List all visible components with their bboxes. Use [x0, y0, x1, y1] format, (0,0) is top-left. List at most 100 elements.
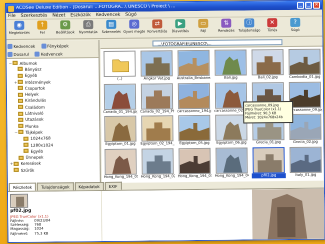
menu-item[interactable]: Súgó [125, 12, 136, 17]
toolbar-button-label: Beállítások [56, 30, 75, 35]
info-tab[interactable]: Képadatok [74, 181, 104, 191]
toolbar-button[interactable]: ⓘ Tulajdonságok [238, 18, 260, 36]
print-icon: ⎙ [83, 20, 94, 30]
toolbar-button[interactable]: ⇅ Rendezés [215, 18, 237, 37]
menu-item[interactable]: Szerkesztés [21, 13, 48, 18]
properties-icon: ⓘ [244, 18, 255, 28]
folder-icon [23, 142, 29, 147]
toolbar-button-label: Rendezés [218, 28, 235, 33]
toolbar-button[interactable]: ✕ Törlés [261, 18, 283, 36]
thumbnail-item[interactable]: Bali_02.jpg [250, 49, 284, 81]
thumbnail-item[interactable]: Grecia_02.jpg [288, 113, 322, 146]
toolbar-button[interactable]: ▤ Szkennelés [100, 19, 122, 38]
thumbnail-image [177, 82, 211, 109]
tree-node-label: Látnivaló [25, 110, 44, 116]
folder-icon [18, 98, 24, 103]
address-input[interactable]: ...\FOTOGRAFIE\UNESCO\... [152, 39, 283, 47]
menu-item[interactable]: Kedvencek [96, 12, 121, 17]
info-tab[interactable]: Részletek [8, 182, 37, 191]
tree-node-label: Csoportok [24, 85, 46, 91]
heart-icon [34, 51, 40, 57]
thumbnail-image [214, 49, 247, 76]
menu-item[interactable]: File [8, 13, 16, 18]
info-tab[interactable]: Tulajdonságok [37, 182, 74, 191]
thumbnail-label: Hong_Kong_194_03.jpg [177, 173, 212, 178]
thumbnail-item[interactable]: Australia_Brisbane.jpg [176, 49, 211, 82]
thumbnail-item[interactable]: Cambodia_01.jpg [287, 48, 321, 81]
toolbar-button[interactable]: ◉ Megtekintés [8, 20, 30, 39]
expand-toggle[interactable]: − [9, 61, 12, 66]
thumbnail-label: pf02.jpg [251, 172, 286, 178]
expand-toggle[interactable]: + [10, 161, 13, 166]
thumbnail-image [288, 48, 321, 76]
thumbnail-item[interactable]: Hong_Kong_194_03.jpg [178, 147, 212, 179]
app-icon [8, 5, 15, 12]
maximize-button[interactable]: □ [305, 1, 313, 9]
toolbar-button[interactable]: ⇄ Konvertálás [146, 19, 168, 37]
folder-icon [18, 117, 24, 122]
thumbnail-item[interactable]: Italy_01.jpg [289, 146, 323, 178]
info-tab[interactable]: EXIF [104, 181, 122, 190]
tooltip-line: Méret: 1024x768x24b [245, 115, 283, 120]
toolbar-button[interactable]: ↑ Fel [31, 20, 53, 38]
tree-node-label: Családom [25, 104, 45, 110]
thumbnail-label: Hong_Kong_194_04.jpg [214, 172, 249, 178]
thumbnail-image [141, 115, 174, 142]
thumbnail-item[interactable]: (..) [103, 50, 137, 83]
property-row: Fájlméret: 75,3 KB [10, 231, 99, 236]
thumbnail-item[interactable]: Hong_Kong_194_02.jpg [141, 147, 175, 180]
toolbar-button[interactable]: ▶ Diavetítés [169, 19, 191, 37]
view-icon: ◉ [14, 20, 25, 30]
thumbnail-item[interactable]: Egyiptom_01.jpg [103, 115, 137, 148]
image-preview [101, 188, 325, 243]
thumbnail-image [289, 146, 322, 173]
thumbnail-item[interactable]: pf02.jpg [251, 146, 286, 179]
favorites-tab-button[interactable]: Kedvencek [34, 51, 63, 57]
delete-icon: ✕ [267, 18, 278, 28]
toolbar-button[interactable]: ▭ Fájl [192, 18, 214, 37]
thumbnail-item[interactable]: Canada_01_194.jpg [103, 83, 137, 115]
file-icon: ▭ [198, 18, 209, 28]
toolbar-button[interactable]: ? Súgó [284, 17, 306, 36]
thumbnail-item[interactable]: Hong_Kong_194_04.jpg [214, 146, 249, 179]
toolbar-button[interactable]: ◎ Gyors megtekintés [123, 19, 146, 38]
thumbnail-label: Cambodia_01.jpg [289, 74, 321, 80]
menu-item[interactable]: Nézet [52, 13, 65, 18]
expand-toggle[interactable]: − [14, 130, 17, 135]
thumbnail-image [178, 147, 211, 174]
favorites-button[interactable]: Kedvencek [7, 43, 35, 49]
toolbar-button[interactable]: ⚙ Beállítások [54, 20, 76, 38]
thumbnail-label: (..) [117, 76, 123, 81]
thumbnail-item[interactable]: Bali.jpg [214, 49, 248, 81]
property-value: 75,3 KB [34, 231, 49, 236]
thumbnail-label: Canada_02_194_Phot... [140, 108, 175, 114]
toolbar-button-label: Súgó [291, 27, 300, 33]
close-button[interactable]: × [313, 1, 321, 9]
thumbnail-label: Australia_Brisbane.jpg [176, 75, 211, 81]
convert-icon: ⇄ [152, 19, 163, 29]
thumbnail-item[interactable]: Canada_02_194_Phot... [140, 82, 175, 115]
thumbnail-label: Canada_01_194.jpg [103, 109, 138, 114]
file-tooltip: carcassonne_09.jpg JPEG TrueColor (x1.1) F… [243, 100, 294, 124]
thumbnail-label: Egyiptom_01.jpg [105, 141, 136, 146]
folders-button[interactable]: Dosarul [7, 51, 29, 57]
toolbar-button-label: Nyomtatás [79, 30, 98, 35]
thumbnail-item[interactable]: carcassonne_194.jpg [177, 82, 211, 114]
thumbnail-item[interactable]: Egyiptom_02_194_Phot... [140, 115, 175, 147]
toolbar-button[interactable]: ⎙ Nyomtatás [77, 20, 99, 38]
tree-node[interactable]: Szűrők [10, 166, 98, 173]
menu-item[interactable]: Eszközök [70, 13, 91, 18]
toolbar-button-label: Gyors megtekintés [123, 29, 146, 34]
thumbnail-item[interactable]: Egyiptom_05.jpg [177, 114, 211, 147]
photos-button[interactable]: Fényképek [41, 43, 69, 49]
folder-icon [13, 168, 19, 173]
thumbnail-item[interactable]: Hong_Kong_194_01.jpg [104, 148, 138, 180]
thumbnail-label: Bali_02.jpg [257, 75, 278, 80]
expand-toggle[interactable]: + [14, 79, 17, 84]
tree-node-label: 1024x768 [30, 135, 51, 141]
thumbnail-item[interactable]: Angkor Vat.jpg [140, 50, 174, 82]
folder-icon [17, 67, 23, 72]
info-properties: Fájlnév: 09/23/04 Szélesség: 768 Magasság: 10… [10, 218, 99, 236]
minimize-button[interactable]: _ [297, 1, 305, 9]
thumbnail-label: Egyiptom_06.jpg [216, 140, 247, 145]
